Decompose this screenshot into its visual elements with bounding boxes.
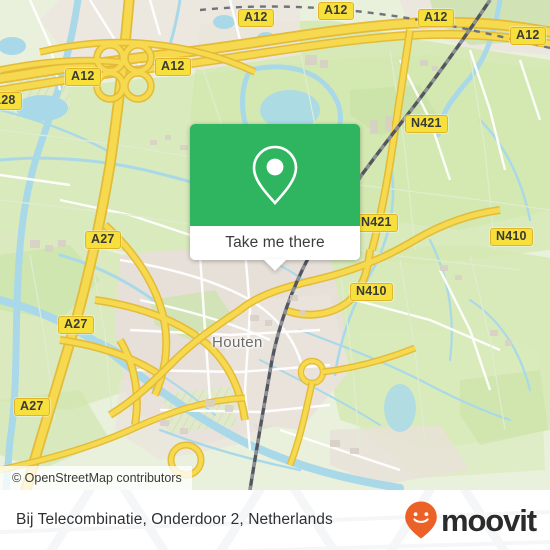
road-shield-n410[interactable]: N410 [350,283,393,301]
road-shield-n421[interactable]: N421 [355,214,398,232]
popup-icon-area [190,124,360,226]
location-popup-card[interactable]: Take me there [190,124,360,260]
location-address-text: Bij Telecombinatie, Onderdoor 2, Netherl… [16,511,333,528]
road-shield-a27[interactable]: A27 [85,231,121,249]
map-canvas[interactable]: Houten A12 A12 A12 A12 A12 A12 A28 N421 … [0,0,550,490]
moovit-smiley-pin-icon [405,501,437,539]
road-shield-a12[interactable]: A12 [318,2,354,20]
road-shield-a12[interactable]: A12 [238,9,274,27]
road-shield-n410[interactable]: N410 [490,228,533,246]
road-shield-a12[interactable]: A12 [510,27,546,45]
footer-bar: Bij Telecombinatie, Onderdoor 2, Netherl… [0,490,550,550]
osm-attribution-text: © OpenStreetMap contributors [12,471,182,485]
popup-pointer-tail [263,259,287,271]
moovit-brand[interactable]: moovit [404,490,537,550]
road-shield-a27[interactable]: A27 [58,316,94,334]
road-shield-a12[interactable]: A12 [155,58,191,76]
popup-cta-area[interactable]: Take me there [190,226,360,260]
location-address: Bij Telecombinatie, Onderdoor 2, Netherl… [16,490,333,550]
place-label-houten: Houten [212,334,263,351]
road-shield-n421[interactable]: N421 [405,115,448,133]
road-shield-a28[interactable]: A28 [0,92,22,110]
take-me-there-label: Take me there [225,234,325,251]
moovit-map-screenshot: Houten A12 A12 A12 A12 A12 A12 A28 N421 … [0,0,550,550]
road-shield-a12[interactable]: A12 [65,68,101,86]
moovit-wordmark: moovit [440,502,537,538]
map-pin-icon [252,145,298,205]
road-shield-a12[interactable]: A12 [418,9,454,27]
osm-attribution[interactable]: © OpenStreetMap contributors [0,466,192,490]
road-shield-a27[interactable]: A27 [14,398,50,416]
